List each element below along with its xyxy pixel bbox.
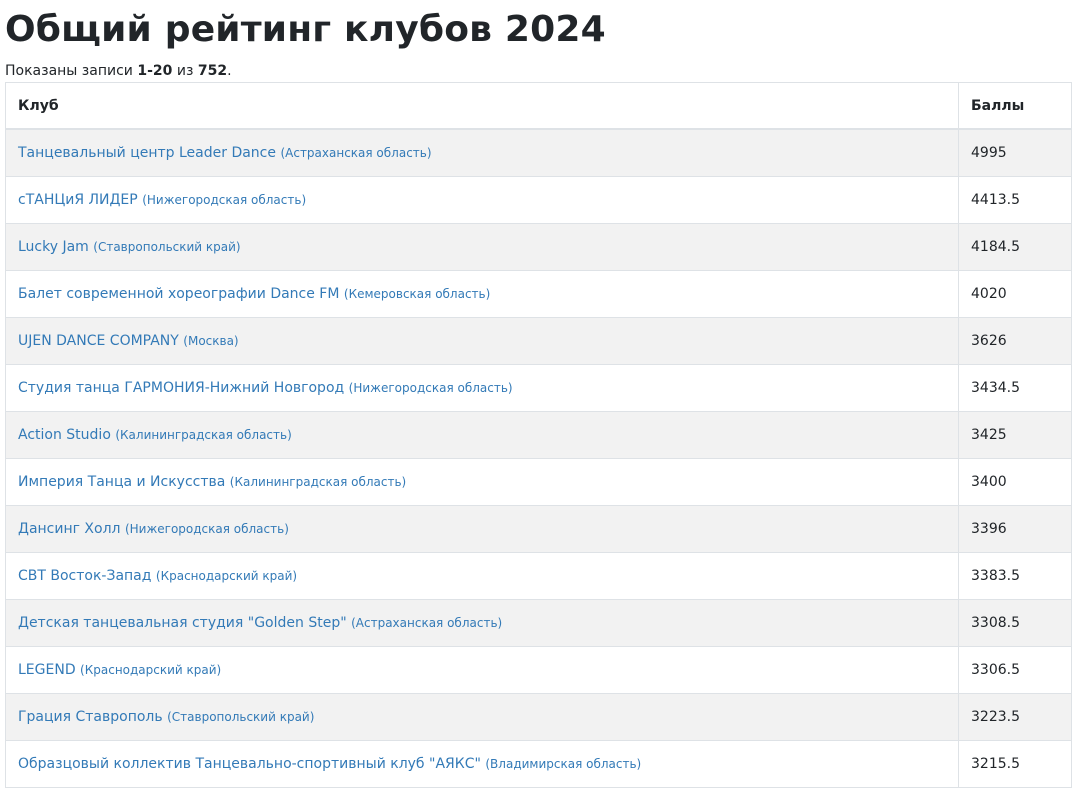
club-cell: Балет современной хореографии Dance FM (… bbox=[5, 270, 959, 318]
club-link[interactable]: Балет современной хореографии Dance FM bbox=[18, 286, 339, 302]
score-cell: 3434.5 bbox=[958, 364, 1072, 412]
club-link[interactable]: сТАНЦиЯ ЛИДЕР bbox=[18, 192, 138, 208]
club-region: (Краснодарский край) bbox=[155, 569, 298, 583]
summary-prefix: Показаны записи bbox=[5, 63, 138, 79]
club-rating-table: Клуб Баллы Танцевальный центр Leader Dan… bbox=[5, 82, 1072, 788]
club-link[interactable]: Lucky Jam bbox=[18, 239, 89, 255]
score-cell: 3215.5 bbox=[958, 740, 1072, 788]
club-link[interactable]: Студия танца ГАРМОНИЯ-Нижний Новгород bbox=[18, 380, 344, 396]
club-region: (Кемеровская область) bbox=[343, 287, 491, 301]
table-row: Lucky Jam (Ставропольский край) 4184.5 bbox=[5, 223, 1072, 271]
score-cell: 3383.5 bbox=[958, 552, 1072, 600]
summary-range: 1-20 bbox=[137, 63, 173, 79]
score-cell: 3223.5 bbox=[958, 693, 1072, 741]
club-link[interactable]: UJEN DANCE COMPANY bbox=[18, 333, 179, 349]
club-link[interactable]: Империя Танца и Искусства bbox=[18, 474, 225, 490]
table-row: Дансинг Холл (Нижегородская область) 3396 bbox=[5, 505, 1072, 553]
club-cell: сТАНЦиЯ ЛИДЕР (Нижегородская область) bbox=[5, 176, 959, 224]
club-link[interactable]: LEGEND bbox=[18, 662, 76, 678]
club-region: (Астраханская область) bbox=[351, 616, 503, 630]
score-cell: 4995 bbox=[958, 128, 1072, 177]
table-body: Танцевальный центр Leader Dance (Астраха… bbox=[5, 128, 1072, 788]
score-cell: 4184.5 bbox=[958, 223, 1072, 271]
club-link[interactable]: Дансинг Холл bbox=[18, 521, 120, 537]
table-row: сТАНЦиЯ ЛИДЕР (Нижегородская область) 441… bbox=[5, 176, 1072, 224]
table-row: Детская танцевальная студия "Golden Step… bbox=[5, 599, 1072, 647]
table-row: Балет современной хореографии Dance FM (… bbox=[5, 270, 1072, 318]
score-cell: 3396 bbox=[958, 505, 1072, 553]
club-region: (Нижегородская область) bbox=[142, 193, 307, 207]
club-cell: Студия танца ГАРМОНИЯ-Нижний Новгород (Н… bbox=[5, 364, 959, 412]
table-row: Империя Танца и Искусства (Калининградск… bbox=[5, 458, 1072, 506]
club-link[interactable]: Детская танцевальная студия "Golden Step… bbox=[18, 615, 347, 631]
club-region: (Краснодарский край) bbox=[80, 663, 222, 677]
score-cell: 3400 bbox=[958, 458, 1072, 506]
score-cell: 3626 bbox=[958, 317, 1072, 365]
club-region: (Калининградская область) bbox=[229, 475, 407, 489]
club-cell: Action Studio (Калининградская область) bbox=[5, 411, 959, 459]
summary-total: 752 bbox=[197, 63, 228, 79]
table-row: UJEN DANCE COMPANY (Москва) 3626 bbox=[5, 317, 1072, 365]
table-row: СВТ Восток-Запад (Краснодарский край) 338… bbox=[5, 552, 1072, 600]
club-cell: Lucky Jam (Ставропольский край) bbox=[5, 223, 959, 271]
club-cell: Детская танцевальная студия "Golden Step… bbox=[5, 599, 959, 647]
club-region: (Москва) bbox=[183, 334, 239, 348]
club-link[interactable]: Action Studio bbox=[18, 427, 111, 443]
page: Общий рейтинг клубов 2024 Показаны запис… bbox=[0, 0, 1080, 796]
club-cell: Образцовый коллектив Танцевально-спортив… bbox=[5, 740, 959, 788]
club-link[interactable]: Грация Ставрополь bbox=[18, 709, 163, 725]
score-cell: 3306.5 bbox=[958, 646, 1072, 694]
club-region: (Калининградская область) bbox=[115, 428, 292, 442]
table-header-row: Клуб Баллы bbox=[5, 82, 1072, 130]
records-summary: Показаны записи 1-20 из 752. bbox=[5, 62, 232, 80]
table-row: Образцовый коллектив Танцевально-спортив… bbox=[5, 740, 1072, 788]
score-cell: 3308.5 bbox=[958, 599, 1072, 647]
club-cell: Грация Ставрополь (Ставропольский край) bbox=[5, 693, 959, 741]
column-header-score[interactable]: Баллы bbox=[958, 82, 1072, 130]
club-link[interactable]: СВТ Восток-Запад bbox=[18, 568, 151, 584]
score-cell: 3425 bbox=[958, 411, 1072, 459]
club-cell: UJEN DANCE COMPANY (Москва) bbox=[5, 317, 959, 365]
club-region: (Нижегородская область) bbox=[348, 381, 513, 395]
club-cell: СВТ Восток-Запад (Краснодарский край) bbox=[5, 552, 959, 600]
table-row: Action Studio (Калининградская область) 3… bbox=[5, 411, 1072, 459]
club-cell: Дансинг Холл (Нижегородская область) bbox=[5, 505, 959, 553]
table-row: Танцевальный центр Leader Dance (Астраха… bbox=[5, 128, 1072, 177]
page-title: Общий рейтинг клубов 2024 bbox=[5, 9, 606, 50]
club-cell: Танцевальный центр Leader Dance (Астраха… bbox=[5, 128, 959, 177]
column-header-club[interactable]: Клуб bbox=[5, 82, 959, 130]
club-region: (Астраханская область) bbox=[280, 146, 432, 160]
table-row: LEGEND (Краснодарский край) 3306.5 bbox=[5, 646, 1072, 694]
club-region: (Ставропольский край) bbox=[167, 710, 315, 724]
club-cell: Империя Танца и Искусства (Калининградск… bbox=[5, 458, 959, 506]
club-region: (Нижегородская область) bbox=[124, 522, 289, 536]
club-cell: LEGEND (Краснодарский край) bbox=[5, 646, 959, 694]
score-cell: 4413.5 bbox=[958, 176, 1072, 224]
table-row: Студия танца ГАРМОНИЯ-Нижний Новгород (Н… bbox=[5, 364, 1072, 412]
club-link[interactable]: Танцевальный центр Leader Dance bbox=[18, 145, 276, 161]
summary-middle: из bbox=[172, 63, 198, 79]
table-row: Грация Ставрополь (Ставропольский край) 3… bbox=[5, 693, 1072, 741]
score-cell: 4020 bbox=[958, 270, 1072, 318]
club-region: (Ставропольский край) bbox=[93, 240, 241, 254]
club-region: (Владимирская область) bbox=[485, 757, 642, 771]
summary-suffix: . bbox=[227, 63, 232, 79]
club-link[interactable]: Образцовый коллектив Танцевально-спортив… bbox=[18, 756, 481, 772]
